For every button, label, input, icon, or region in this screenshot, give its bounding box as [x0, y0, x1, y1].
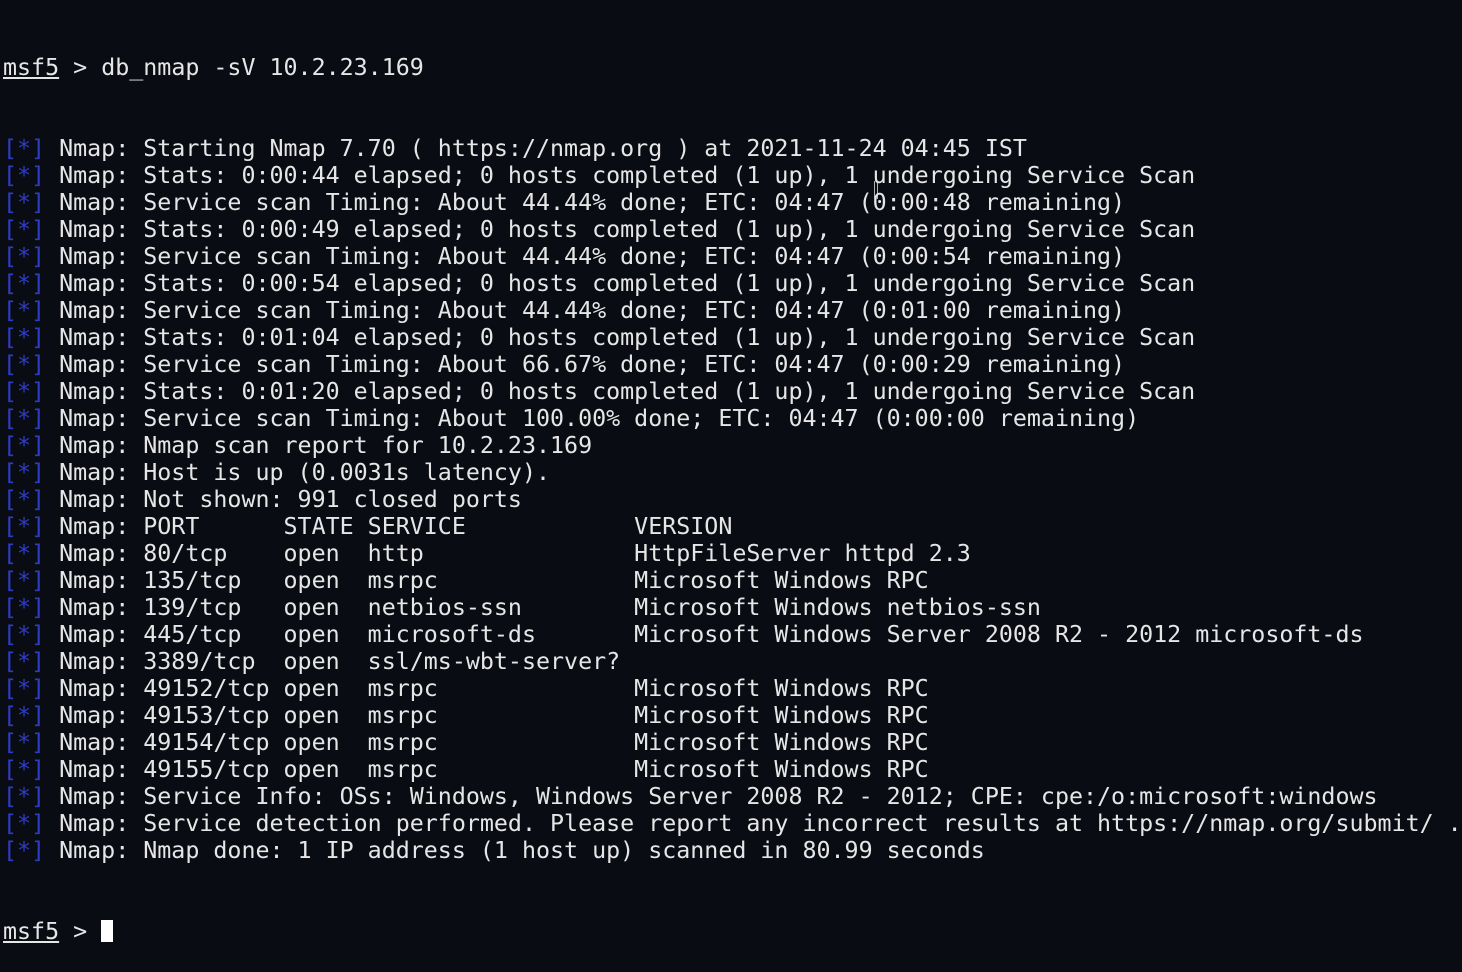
- output-line: [*] Nmap: Nmap done: 1 IP address (1 hos…: [3, 837, 1462, 864]
- prompt-separator: >: [59, 54, 102, 81]
- info-marker: [*]: [3, 351, 46, 378]
- info-marker: [*]: [3, 459, 46, 486]
- output-text: Nmap: Not shown: 991 closed ports: [45, 486, 522, 513]
- info-marker: [*]: [3, 594, 46, 621]
- output-text: Nmap: Service scan Timing: About 100.00%…: [45, 405, 1140, 432]
- info-marker: [*]: [3, 756, 46, 783]
- info-marker: [*]: [3, 567, 46, 594]
- output-line: [*] Nmap: Stats: 0:01:20 elapsed; 0 host…: [3, 378, 1462, 405]
- output-line: [*] Nmap: Not shown: 991 closed ports: [3, 486, 1462, 513]
- output-line: [*] Nmap: 49153/tcp open msrpc Microsoft…: [3, 702, 1462, 729]
- info-marker: [*]: [3, 162, 46, 189]
- output-line: [*] Nmap: 49154/tcp open msrpc Microsoft…: [3, 729, 1462, 756]
- terminal-window[interactable]: msf5 > db_nmap -sV 10.2.23.169 [*] Nmap:…: [0, 0, 1462, 945]
- output-line: [*] Nmap: Host is up (0.0031s latency).: [3, 459, 1462, 486]
- info-marker: [*]: [3, 216, 46, 243]
- output-text: Nmap: Service Info: OSs: Windows, Window…: [45, 783, 1378, 810]
- info-marker: [*]: [3, 189, 46, 216]
- info-marker: [*]: [3, 783, 46, 810]
- output-text: Nmap: 49152/tcp open msrpc Microsoft Win…: [45, 675, 929, 702]
- output-line: [*] Nmap: 3389/tcp open ssl/ms-wbt-serve…: [3, 648, 1462, 675]
- output-text: Nmap: Stats: 0:01:04 elapsed; 0 hosts co…: [45, 324, 1196, 351]
- output-text: Nmap: Stats: 0:00:54 elapsed; 0 hosts co…: [45, 270, 1196, 297]
- output-text: Nmap: 49153/tcp open msrpc Microsoft Win…: [45, 702, 929, 729]
- info-marker: [*]: [3, 675, 46, 702]
- output-text: Nmap: 135/tcp open msrpc Microsoft Windo…: [45, 567, 929, 594]
- info-marker: [*]: [3, 729, 46, 756]
- output-line: [*] Nmap: PORT STATE SERVICE VERSION: [3, 513, 1462, 540]
- output-line: [*] Nmap: Service scan Timing: About 100…: [3, 405, 1462, 432]
- output-text: Nmap: 49154/tcp open msrpc Microsoft Win…: [45, 729, 929, 756]
- info-marker: [*]: [3, 486, 46, 513]
- output-text: Nmap: 49155/tcp open msrpc Microsoft Win…: [45, 756, 929, 783]
- command-text: db_nmap -sV 10.2.23.169: [101, 54, 424, 81]
- output-text: Nmap: PORT STATE SERVICE VERSION: [45, 513, 733, 540]
- output-line: [*] Nmap: Starting Nmap 7.70 ( https://n…: [3, 135, 1462, 162]
- output-text: Nmap: Host is up (0.0031s latency).: [45, 459, 551, 486]
- output-line: [*] Nmap: 139/tcp open netbios-ssn Micro…: [3, 594, 1462, 621]
- info-marker: [*]: [3, 324, 46, 351]
- output-text: Nmap: Nmap scan report for 10.2.23.169: [45, 432, 593, 459]
- output-line: [*] Nmap: Service scan Timing: About 66.…: [3, 351, 1462, 378]
- output-text: Nmap: 3389/tcp open ssl/ms-wbt-server?: [45, 648, 621, 675]
- output-line: [*] Nmap: Stats: 0:00:44 elapsed; 0 host…: [3, 162, 1462, 189]
- output-text: Nmap: Starting Nmap 7.70 ( https://nmap.…: [45, 135, 1027, 162]
- output-line: [*] Nmap: 49155/tcp open msrpc Microsoft…: [3, 756, 1462, 783]
- output-line: [*] Nmap: Service Info: OSs: Windows, Wi…: [3, 783, 1462, 810]
- output-line: [*] Nmap: Service scan Timing: About 44.…: [3, 297, 1462, 324]
- output-line: [*] Nmap: Stats: 0:01:04 elapsed; 0 host…: [3, 324, 1462, 351]
- output-line: [*] Nmap: 80/tcp open http HttpFileServe…: [3, 540, 1462, 567]
- command-line: msf5 > db_nmap -sV 10.2.23.169: [3, 54, 1462, 81]
- block-cursor: [101, 920, 114, 942]
- output-line: [*] Nmap: Stats: 0:00:54 elapsed; 0 host…: [3, 270, 1462, 297]
- output-line: [*] Nmap: Nmap scan report for 10.2.23.1…: [3, 432, 1462, 459]
- info-marker: [*]: [3, 837, 46, 864]
- final-prompt-name: msf5: [3, 918, 60, 945]
- output-text: Nmap: Stats: 0:00:49 elapsed; 0 hosts co…: [45, 216, 1196, 243]
- output-text: Nmap: Stats: 0:00:44 elapsed; 0 hosts co…: [45, 162, 1196, 189]
- text-cursor-icon: [874, 181, 878, 199]
- info-marker: [*]: [3, 297, 46, 324]
- info-marker: [*]: [3, 378, 46, 405]
- output-line: [*] Nmap: Service scan Timing: About 44.…: [3, 243, 1462, 270]
- output-line: [*] Nmap: 49152/tcp open msrpc Microsoft…: [3, 675, 1462, 702]
- output-line: [*] Nmap: Stats: 0:00:49 elapsed; 0 host…: [3, 216, 1462, 243]
- info-marker: [*]: [3, 405, 46, 432]
- info-marker: [*]: [3, 702, 46, 729]
- info-marker: [*]: [3, 621, 46, 648]
- info-marker: [*]: [3, 432, 46, 459]
- info-marker: [*]: [3, 135, 46, 162]
- output-line: [*] Nmap: Service detection performed. P…: [3, 810, 1462, 837]
- output-block: [*] Nmap: Starting Nmap 7.70 ( https://n…: [3, 135, 1462, 864]
- output-line: [*] Nmap: 445/tcp open microsoft-ds Micr…: [3, 621, 1462, 648]
- output-text: Nmap: 139/tcp open netbios-ssn Microsoft…: [45, 594, 1041, 621]
- info-marker: [*]: [3, 243, 46, 270]
- final-prompt-separator: >: [59, 918, 102, 945]
- info-marker: [*]: [3, 513, 46, 540]
- input-line[interactable]: msf5 >: [3, 918, 1462, 945]
- output-line: [*] Nmap: 135/tcp open msrpc Microsoft W…: [3, 567, 1462, 594]
- output-text: Nmap: Nmap done: 1 IP address (1 host up…: [45, 837, 985, 864]
- output-text: Nmap: Service scan Timing: About 44.44% …: [45, 297, 1126, 324]
- output-line: [*] Nmap: Service scan Timing: About 44.…: [3, 189, 1462, 216]
- info-marker: [*]: [3, 810, 46, 837]
- output-text: Nmap: Service scan Timing: About 44.44% …: [45, 189, 1126, 216]
- info-marker: [*]: [3, 648, 46, 675]
- output-text: Nmap: Stats: 0:01:20 elapsed; 0 hosts co…: [45, 378, 1196, 405]
- output-text: Nmap: 80/tcp open http HttpFileServer ht…: [45, 540, 971, 567]
- info-marker: [*]: [3, 270, 46, 297]
- output-text: Nmap: Service scan Timing: About 44.44% …: [45, 243, 1126, 270]
- output-text: Nmap: 445/tcp open microsoft-ds Microsof…: [45, 621, 1364, 648]
- info-marker: [*]: [3, 540, 46, 567]
- output-text: Nmap: Service scan Timing: About 66.67% …: [45, 351, 1126, 378]
- output-text: Nmap: Service detection performed. Pleas…: [45, 810, 1462, 837]
- prompt-name: msf5: [3, 54, 60, 81]
